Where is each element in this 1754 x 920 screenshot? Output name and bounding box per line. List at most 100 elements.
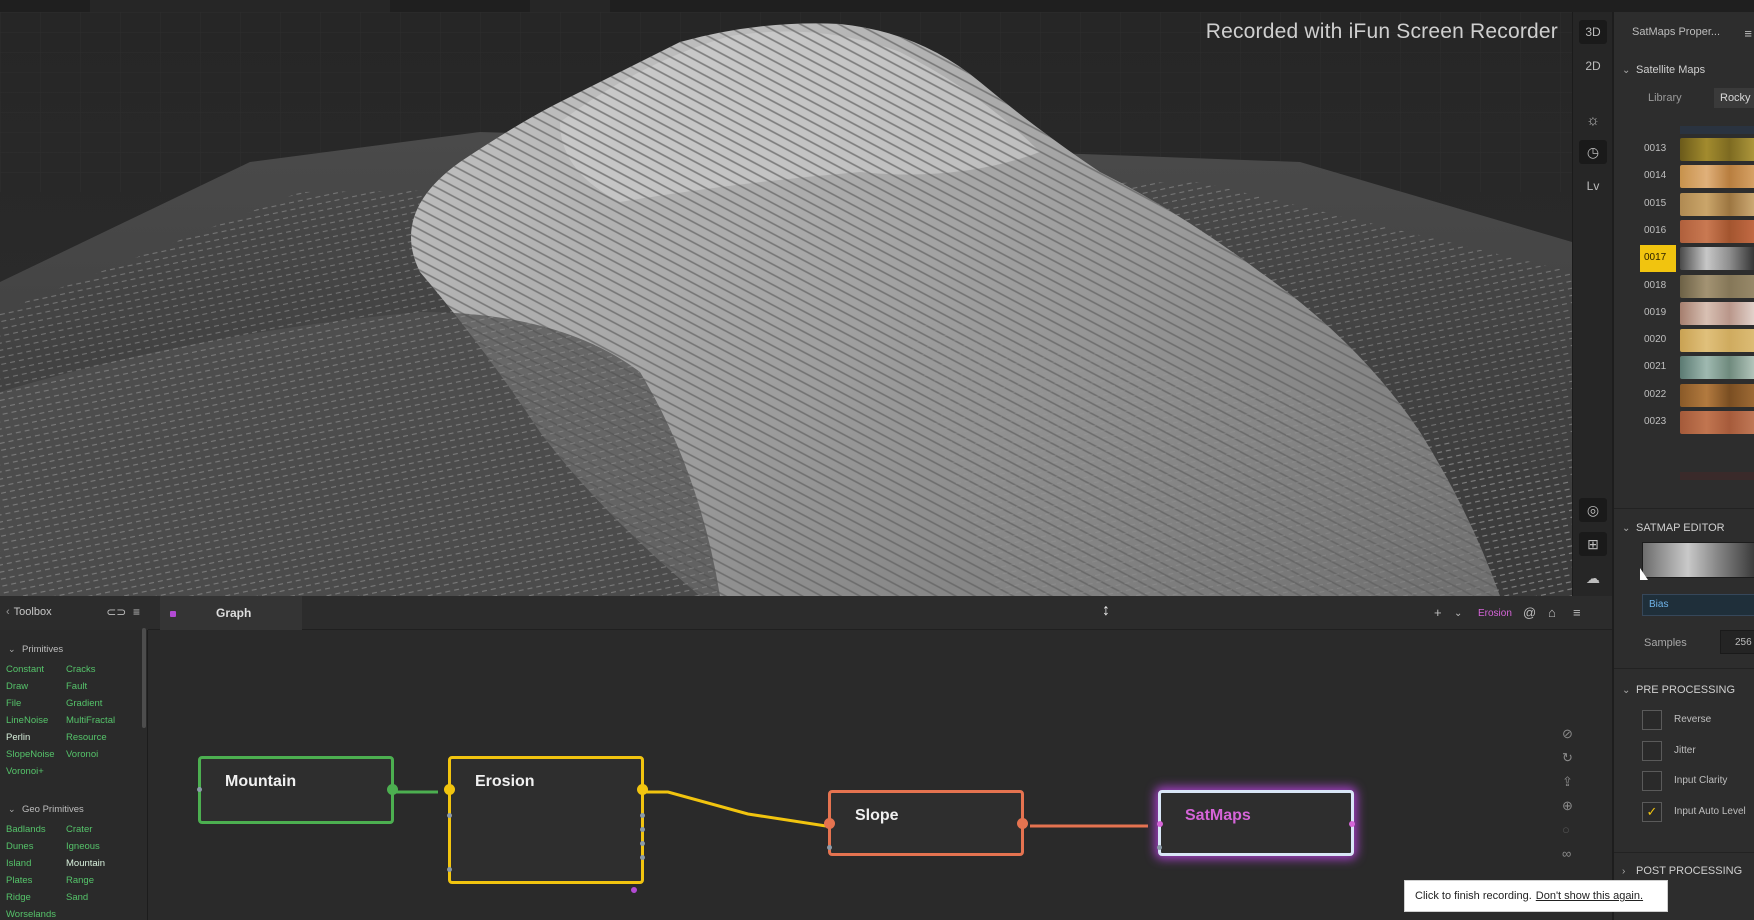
toolbox-item[interactable]: Ridge [6,892,31,903]
toolbox-item[interactable]: Crater [66,824,92,835]
toolbox-item[interactable]: MultiFractal [66,715,115,726]
terrain-viewport[interactable]: Recorded with iFun Screen Recorder [0,12,1572,596]
view-2d-button[interactable]: 2D [1579,54,1607,78]
toolbox-item[interactable]: Gradient [66,698,102,709]
input-port[interactable] [197,787,202,792]
swatch-preview[interactable] [1680,329,1754,353]
checkbox[interactable] [1642,740,1662,761]
toolbox-item[interactable]: Badlands [6,824,46,835]
view-lv-button[interactable]: Lv [1579,174,1607,198]
swatch-preview[interactable] [1680,165,1754,189]
swatch-row[interactable]: 0017 [1614,245,1754,273]
bottom-port[interactable] [631,887,637,893]
swatch-preview[interactable] [1680,383,1754,407]
checkbox-checked[interactable]: ✓ [1642,801,1662,822]
menu-icon[interactable]: ≡ [1744,26,1752,41]
swatch-row[interactable]: 0014 [1614,163,1754,190]
export-icon[interactable]: ⇪ [1562,774,1573,790]
gradient-editor[interactable] [1642,542,1754,578]
node-erosion[interactable]: Erosion [444,756,648,893]
toolbox-item[interactable]: Igneous [66,841,100,852]
toolbox-item[interactable]: Plates [6,875,32,886]
compass-icon[interactable]: ◎ [1579,498,1607,522]
output-port[interactable] [387,784,398,795]
dont-show-again-link[interactable]: Don't show this again. [1536,890,1643,902]
input-port[interactable] [447,867,452,872]
swatch-preview[interactable] [1680,356,1754,380]
satmap-editor-header[interactable]: ⌄ SATMAP EDITOR [1622,522,1725,534]
circle-icon[interactable]: ○ [1562,822,1570,837]
resize-cursor-icon[interactable]: ↕ [1102,602,1110,620]
primitives-header[interactable]: ⌄ Primitives [8,644,63,655]
bias-field[interactable]: Bias [1642,594,1754,616]
toolbox-scrollbar[interactable] [142,628,146,728]
post-processing-header[interactable]: › POST PROCESSING [1622,865,1742,877]
toolbox-item[interactable]: LineNoise [6,715,48,726]
tab-library[interactable]: Library [1642,88,1688,108]
toolbox-item[interactable]: Mountain [66,858,105,869]
timer-icon[interactable]: ◷ [1579,140,1607,164]
node-satmaps[interactable]: SatMaps [1157,790,1355,856]
top-tab[interactable] [530,0,610,12]
input-port[interactable] [447,813,452,818]
add-node-icon[interactable]: + [1434,605,1442,620]
menu-icon[interactable]: ≡ [133,605,140,619]
satellite-maps-header[interactable]: ⌄ Satellite Maps [1622,64,1705,76]
swatch-row[interactable]: 0019 [1614,300,1754,327]
input-port[interactable] [444,784,455,795]
checkbox[interactable] [1642,771,1662,791]
disable-icon[interactable]: ⊘ [1562,726,1573,742]
swatch-preview[interactable] [1680,219,1754,243]
toolbox-item[interactable]: Island [6,858,31,869]
output-port[interactable] [1349,821,1355,827]
output-port[interactable] [640,841,645,846]
samples-input[interactable]: 256 [1720,630,1754,654]
toolbox-item[interactable]: Dunes [6,841,33,852]
recording-toast[interactable]: Click to finish recording. Don't show thi… [1404,880,1668,912]
input-port[interactable] [824,818,835,829]
swatch-preview[interactable] [1680,138,1754,161]
target-icon[interactable]: ⊕ [1562,798,1573,814]
toolbox-item[interactable]: Voronoi [66,749,98,760]
toggle-icon[interactable]: ⊂⊃ [106,605,126,619]
swatch-preview[interactable] [1680,274,1754,298]
pre-processing-header[interactable]: ⌄ PRE PROCESSING [1622,684,1735,696]
input-port[interactable] [1157,845,1162,850]
at-icon[interactable]: @ [1523,605,1536,620]
toolbox-item[interactable]: Perlin [6,732,30,743]
checkbox[interactable] [1642,710,1662,730]
swatch-row[interactable]: 0021 [1614,354,1754,381]
sun-icon[interactable]: ☼ [1579,108,1607,132]
tab-rocky[interactable]: Rocky [1714,88,1754,108]
home-icon[interactable]: ⌂ [1548,605,1556,620]
view-3d-button[interactable]: 3D [1579,20,1607,44]
chevron-left-icon[interactable]: ‹ [6,606,10,618]
swatch-row[interactable]: 0016 [1614,218,1754,245]
toolbox-item[interactable]: Resource [66,732,107,743]
tab-graph[interactable]: Graph [160,596,302,630]
swatch-preview[interactable] [1680,247,1754,271]
refresh-icon[interactable]: ↻ [1562,750,1573,766]
swatch-row[interactable]: 0018 [1614,273,1754,300]
output-port[interactable] [640,813,645,818]
menu-icon[interactable]: ≡ [1573,605,1581,620]
toolbox-item[interactable]: Draw [6,681,28,692]
chevron-down-icon[interactable]: ⌄ [1454,608,1462,619]
swatch-row[interactable]: 0015 [1614,191,1754,218]
swatch-preview[interactable] [1680,192,1754,216]
geo-primitives-header[interactable]: ⌄ Geo Primitives [8,804,84,815]
swatch-row[interactable]: 0013 [1614,136,1754,163]
swatch-preview[interactable] [1680,301,1754,325]
input-port[interactable] [1157,821,1163,827]
link-icon[interactable]: ∞ [1562,846,1571,861]
swatch-row[interactable]: 0023 [1614,409,1754,436]
top-tab[interactable] [90,0,390,12]
toolbox-item[interactable]: Constant [6,664,44,675]
toolbox-item[interactable]: Fault [66,681,87,692]
toolbox-item[interactable]: File [6,698,21,709]
input-port[interactable] [827,845,832,850]
output-port[interactable] [637,784,648,795]
toolbox-item[interactable]: Sand [66,892,88,903]
toolbox-item[interactable]: Worselands [6,909,56,920]
swatch-preview[interactable] [1680,411,1754,434]
